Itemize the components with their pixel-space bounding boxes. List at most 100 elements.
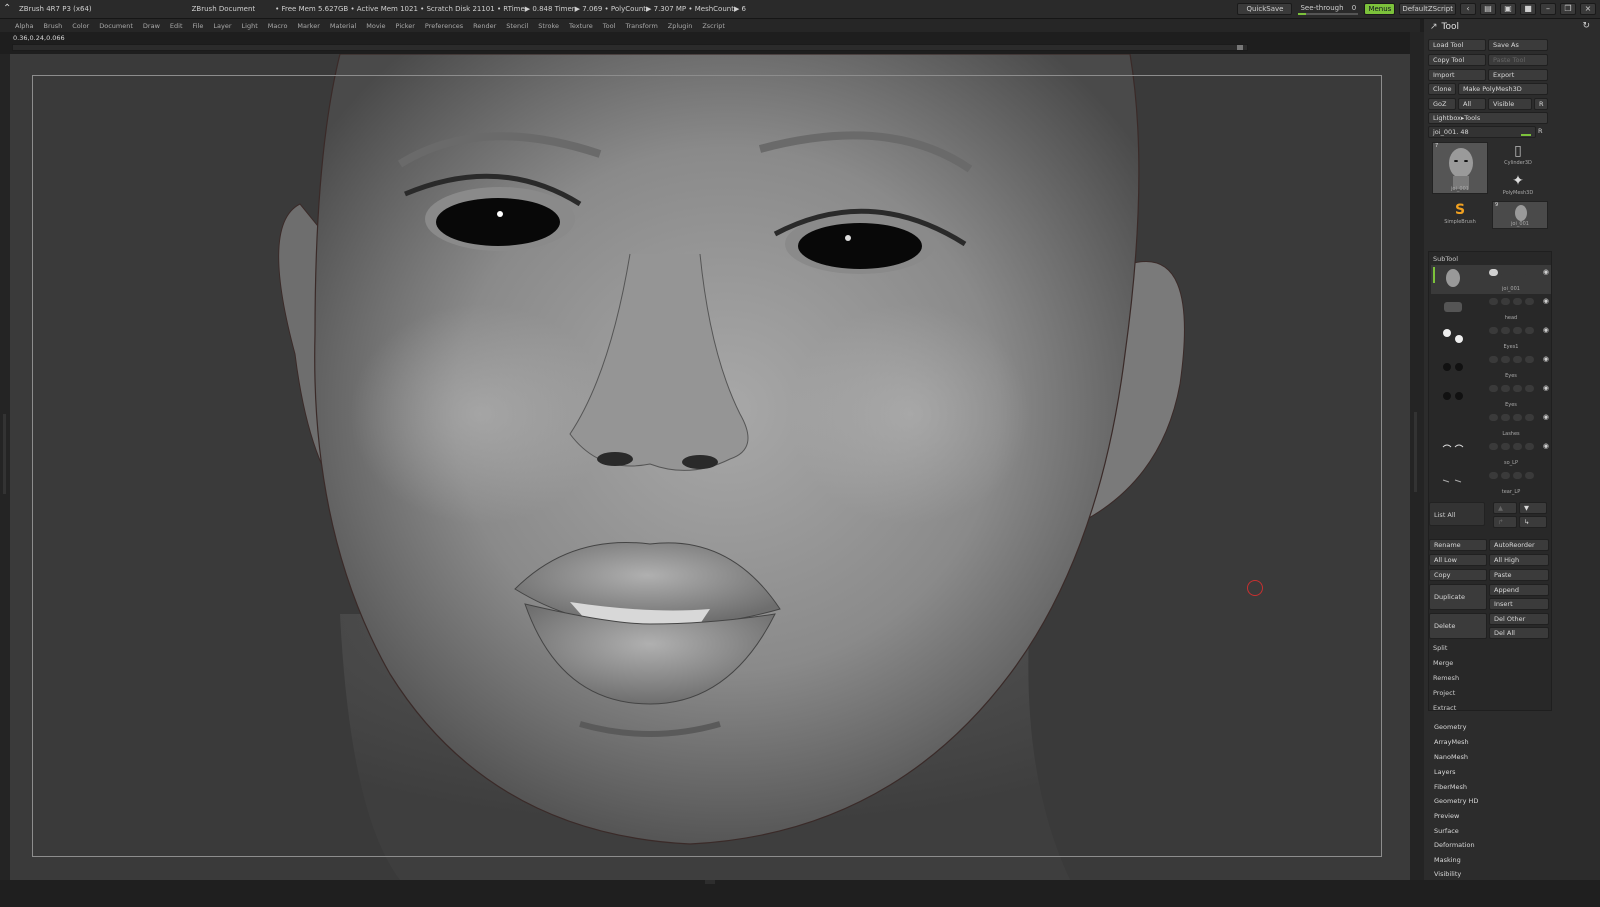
autoreorder-button[interactable]: AutoReorder — [1489, 539, 1549, 551]
del-other-button[interactable]: Del Other — [1489, 613, 1549, 625]
tool-thumb-simplebrush[interactable]: S SimpleBrush — [1438, 201, 1482, 231]
eye-icon[interactable]: ◉ — [1543, 384, 1549, 392]
eye-icon[interactable]: ◉ — [1543, 297, 1549, 305]
left-tray-handle[interactable] — [0, 54, 10, 880]
fibermesh-section[interactable]: FiberMesh — [1434, 783, 1467, 791]
goz-visible-button[interactable]: Visible — [1488, 98, 1532, 110]
goz-r-button[interactable]: R — [1534, 98, 1548, 110]
layout-icon[interactable]: ▤ — [1480, 3, 1496, 15]
menu-stencil[interactable]: Stencil — [501, 22, 533, 30]
move-up-icon[interactable]: ▲ — [1493, 502, 1517, 514]
menu-macro[interactable]: Macro — [263, 22, 293, 30]
menu-tool[interactable]: Tool — [598, 22, 621, 30]
deformation-section[interactable]: Deformation — [1434, 841, 1475, 849]
load-tool-button[interactable]: Load Tool — [1428, 39, 1486, 51]
delete-button[interactable]: Delete — [1429, 613, 1487, 639]
subtool-row-head[interactable]: ◉ head — [1431, 294, 1551, 323]
menu-texture[interactable]: Texture — [564, 22, 598, 30]
masking-section[interactable]: Masking — [1434, 856, 1461, 864]
paste-button[interactable]: Paste — [1489, 569, 1549, 581]
tool-r-button[interactable]: R — [1534, 126, 1548, 138]
visibility-section[interactable]: Visibility — [1434, 870, 1461, 878]
goz-all-button[interactable]: All — [1458, 98, 1486, 110]
eye-icon[interactable]: ◉ — [1543, 442, 1549, 450]
menu-alpha[interactable]: Alpha — [10, 22, 38, 30]
menu-stroke[interactable]: Stroke — [533, 22, 564, 30]
extract-section[interactable]: Extract — [1429, 702, 1553, 714]
close-icon[interactable]: × — [1580, 3, 1596, 15]
clone-button[interactable]: Clone — [1428, 83, 1456, 95]
layout-prev-icon[interactable]: ‹ — [1460, 3, 1476, 15]
copy-tool-button[interactable]: Copy Tool — [1428, 54, 1486, 66]
remesh-section[interactable]: Remesh — [1429, 672, 1553, 684]
geometry-hd-section[interactable]: Geometry HD — [1434, 797, 1478, 805]
eye-icon[interactable]: ◉ — [1543, 413, 1549, 421]
geometry-section[interactable]: Geometry — [1434, 723, 1466, 731]
menu-document[interactable]: Document — [94, 22, 138, 30]
subtool-row-eyes[interactable]: ◉ Eyes — [1431, 352, 1551, 381]
split-section[interactable]: Split — [1429, 642, 1553, 654]
menu-render[interactable]: Render — [468, 22, 501, 30]
tool-palette-header[interactable]: ↗ Tool ↻ — [1424, 19, 1600, 34]
surface-section[interactable]: Surface — [1434, 827, 1459, 835]
canvas-viewport[interactable] — [10, 54, 1410, 880]
preview-section[interactable]: Preview — [1434, 812, 1459, 820]
append-button[interactable]: Append — [1489, 584, 1549, 596]
subtool-row-joi[interactable]: ◉ joi_001 — [1431, 265, 1551, 294]
layers-section[interactable]: Layers — [1434, 768, 1456, 776]
arraymesh-section[interactable]: ArrayMesh — [1434, 738, 1469, 746]
menu-draw[interactable]: Draw — [138, 22, 165, 30]
menu-material[interactable]: Material — [325, 22, 361, 30]
menu-zplugin[interactable]: Zplugin — [663, 22, 698, 30]
menu-brush[interactable]: Brush — [38, 22, 67, 30]
make-polymesh-button[interactable]: Make PolyMesh3D — [1458, 83, 1548, 95]
menus-toggle[interactable]: Menus — [1364, 3, 1396, 15]
eye-icon[interactable]: ◉ — [1543, 326, 1549, 334]
project-section[interactable]: Project — [1429, 687, 1553, 699]
menu-zscript[interactable]: Zscript — [697, 22, 730, 30]
lightbox-tools-button[interactable]: Lightbox▸Tools — [1428, 112, 1548, 124]
quicksave-button[interactable]: QuickSave — [1237, 3, 1293, 15]
minimize-icon[interactable]: – — [1540, 3, 1556, 15]
tool-thumb-joi[interactable]: 7 joi_001 — [1432, 142, 1488, 194]
menu-preferences[interactable]: Preferences — [420, 22, 468, 30]
tool-thumb-cylinder[interactable]: ▯ Cylinder3D — [1496, 142, 1540, 172]
import-button[interactable]: Import — [1428, 69, 1486, 81]
tool-thumb-joi-small[interactable]: 9 joi_001 — [1492, 201, 1548, 229]
default-zscript-button[interactable]: DefaultZScript — [1399, 3, 1456, 15]
menu-marker[interactable]: Marker — [292, 22, 324, 30]
subtool-row-tear-lp[interactable]: tear_LP — [1431, 468, 1551, 497]
duplicate-button[interactable]: Duplicate — [1429, 584, 1487, 610]
menu-movie[interactable]: Movie — [361, 22, 390, 30]
all-high-button[interactable]: All High — [1489, 554, 1549, 566]
see-through-slider[interactable]: See-through 0 — [1296, 3, 1360, 15]
del-all-button[interactable]: Del All — [1489, 627, 1549, 639]
restore-icon[interactable]: ❐ — [1560, 3, 1576, 15]
top-shelf-bar[interactable] — [12, 44, 1248, 51]
paste-tool-button[interactable]: Paste Tool — [1488, 54, 1548, 66]
export-button[interactable]: Export — [1488, 69, 1548, 81]
eye-icon[interactable]: ◉ — [1543, 268, 1549, 276]
move-down-icon[interactable]: ▼ — [1519, 502, 1547, 514]
menu-light[interactable]: Light — [237, 22, 263, 30]
menu-layer[interactable]: Layer — [208, 22, 236, 30]
menu-transform[interactable]: Transform — [620, 22, 662, 30]
goz-button[interactable]: GoZ — [1428, 98, 1456, 110]
palette-reset-icon[interactable]: ↻ — [1582, 21, 1590, 31]
tool-thumb-polymesh[interactable]: ✦ PolyMesh3D — [1496, 172, 1540, 202]
subtool-row-lashes[interactable]: ◉ Lashes — [1431, 410, 1551, 439]
move-to-top-icon[interactable]: ↱ — [1493, 516, 1517, 528]
lock-icon[interactable]: ■ — [1520, 3, 1536, 15]
nanomesh-section[interactable]: NanoMesh — [1434, 753, 1468, 761]
subtool-title[interactable]: SubTool — [1433, 255, 1458, 263]
right-tray-handle[interactable] — [1410, 32, 1424, 880]
menu-color[interactable]: Color — [67, 22, 94, 30]
save-as-button[interactable]: Save As — [1488, 39, 1548, 51]
subtool-toggles[interactable] — [1489, 472, 1553, 480]
layout-alt-icon[interactable]: ▣ — [1500, 3, 1516, 15]
merge-section[interactable]: Merge — [1429, 657, 1553, 669]
list-all-button[interactable]: List All — [1429, 502, 1485, 526]
eye-icon[interactable]: ◉ — [1543, 355, 1549, 363]
move-to-bottom-icon[interactable]: ↳ — [1519, 516, 1547, 528]
insert-button[interactable]: Insert — [1489, 598, 1549, 610]
